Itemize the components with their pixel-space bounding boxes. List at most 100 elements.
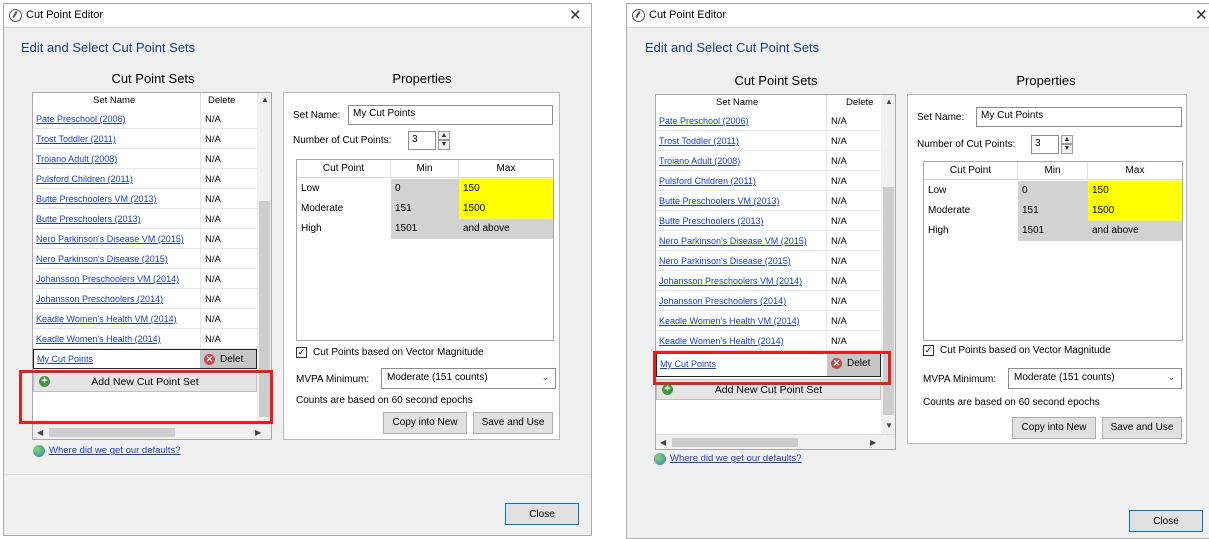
set-name-link[interactable]: Nero Parkinson's Disease VM (2015) <box>659 236 807 246</box>
column-header-set-name[interactable]: Set Name <box>716 97 758 108</box>
column-header-delete[interactable]: Delete <box>208 95 235 106</box>
close-button[interactable]: Close <box>1129 510 1203 532</box>
list-item[interactable]: Nero Parkinson's Disease VM (2015) N/A <box>656 231 881 251</box>
grid-header-cut-point[interactable]: Cut Point <box>924 162 1018 180</box>
column-header-set-name[interactable]: Set Name <box>93 95 135 106</box>
copy-into-new-button[interactable]: Copy into New <box>383 412 467 434</box>
grid-header-cut-point[interactable]: Cut Point <box>297 160 391 178</box>
grid-header-min[interactable]: Min <box>1018 162 1088 180</box>
set-name-link[interactable]: Johansson Preschoolers VM (2014) <box>36 274 179 284</box>
list-item[interactable]: Johansson Preschoolers VM (2014) N/A <box>656 271 881 291</box>
set-name-link[interactable]: Keadle Women's Health (2014) <box>659 336 784 346</box>
set-name-input[interactable]: My Cut Points <box>348 105 553 125</box>
save-and-use-button[interactable]: Save and Use <box>473 412 553 434</box>
set-name-link[interactable]: Keadle Women's Health VM (2014) <box>659 316 800 326</box>
list-item[interactable]: Troiano Adult (2008) N/A <box>33 149 257 169</box>
list-item[interactable]: Nero Parkinson's Disease (2015) N/A <box>656 251 881 271</box>
copy-into-new-button[interactable]: Copy into New <box>1012 417 1096 439</box>
list-item[interactable]: Johansson Preschoolers VM (2014) N/A <box>33 269 257 289</box>
grid-cell-max[interactable]: 150 <box>1088 181 1182 201</box>
number-of-cut-points-input[interactable]: 3 <box>1031 135 1059 154</box>
spin-down-icon[interactable]: ▼ <box>438 140 450 150</box>
list-item[interactable]: Trost Toddler (2011) N/A <box>656 131 881 151</box>
grid-header-min[interactable]: Min <box>391 160 459 178</box>
vector-magnitude-checkbox[interactable]: ✓ <box>296 347 307 358</box>
list-item[interactable]: Keadle Women's Health VM (2014) N/A <box>656 311 881 331</box>
list-item[interactable]: Keadle Women's Health (2014) N/A <box>33 329 257 349</box>
window-close-icon[interactable]: ✕ <box>569 6 582 24</box>
scroll-down-arrow-icon[interactable]: ▼ <box>885 421 893 430</box>
horizontal-scroll-thumb[interactable] <box>49 428 175 437</box>
scroll-right-arrow-icon[interactable]: ▶ <box>870 438 876 447</box>
defaults-info-link[interactable]: Where did we get our defaults? <box>670 453 802 464</box>
set-name-link[interactable]: Nero Parkinson's Disease (2015) <box>36 254 168 264</box>
column-header-delete[interactable]: Delete <box>846 97 873 108</box>
set-name-link[interactable]: Trost Toddler (2011) <box>659 136 739 146</box>
spin-up-icon[interactable]: ▲ <box>438 131 450 140</box>
scroll-up-arrow-icon[interactable]: ▲ <box>261 95 269 104</box>
spin-down-icon[interactable]: ▼ <box>1061 144 1073 154</box>
list-item[interactable]: Pate Preschool (2006) N/A <box>656 111 881 131</box>
list-item[interactable]: Johansson Preschoolers (2014) N/A <box>656 291 881 311</box>
delete-button[interactable]: ✕ Delet <box>200 350 256 368</box>
scroll-up-arrow-icon[interactable]: ▲ <box>885 97 893 106</box>
list-item[interactable]: Keadle Women's Health (2014) N/A <box>656 331 881 351</box>
set-name-link[interactable]: Butte Preschoolers (2013) <box>659 216 764 226</box>
grid-header-max[interactable]: Max <box>1088 162 1182 180</box>
list-item[interactable]: Nero Parkinson's Disease VM (2015) N/A <box>33 229 257 249</box>
set-name-link[interactable]: Butte Preschoolers (2013) <box>36 214 141 224</box>
scroll-left-arrow-icon[interactable]: ◀ <box>37 428 43 437</box>
list-item[interactable]: Johansson Preschoolers (2014) N/A <box>33 289 257 309</box>
set-name-link[interactable]: Johansson Preschoolers (2014) <box>36 294 163 304</box>
window-close-icon[interactable]: ✕ <box>1195 6 1208 24</box>
set-name-link[interactable]: Troiano Adult (2008) <box>659 156 740 166</box>
list-item[interactable]: Keadle Women's Health VM (2014) N/A <box>33 309 257 329</box>
set-name-link[interactable]: Keadle Women's Health VM (2014) <box>36 314 177 324</box>
set-name-link[interactable]: Nero Parkinson's Disease VM (2015) <box>36 234 184 244</box>
set-name-link[interactable]: Johansson Preschoolers (2014) <box>659 296 786 306</box>
horizontal-scrollbar[interactable]: ◀ ▶ <box>656 434 895 449</box>
list-item-selected[interactable]: My Cut Points ✕ Delet <box>33 349 257 369</box>
horizontal-scroll-thumb[interactable] <box>672 438 798 447</box>
list-item[interactable]: Pulsford Children (2011) N/A <box>656 171 881 191</box>
set-name-link[interactable]: Trost Toddler (2011) <box>36 134 116 144</box>
vector-magnitude-checkbox[interactable]: ✓ <box>923 345 934 356</box>
set-name-link[interactable]: Pate Preschool (2006) <box>36 114 126 124</box>
list-item[interactable]: Pate Preschool (2006) N/A <box>33 109 257 129</box>
set-name-link[interactable]: Keadle Women's Health (2014) <box>36 334 161 344</box>
set-name-link[interactable]: Johansson Preschoolers VM (2014) <box>659 276 802 286</box>
list-item[interactable]: Butte Preschoolers (2013) N/A <box>33 209 257 229</box>
grid-cell-max[interactable]: 1500 <box>1088 201 1182 221</box>
grid-cell-max[interactable]: 150 <box>459 179 553 199</box>
set-name-link[interactable]: Butte Preschoolers VM (2013) <box>36 194 157 204</box>
list-item[interactable]: Trost Toddler (2011) N/A <box>33 129 257 149</box>
set-name-link[interactable]: Nero Parkinson's Disease (2015) <box>659 256 791 266</box>
number-of-cut-points-input[interactable]: 3 <box>408 131 436 150</box>
set-name-link[interactable]: Troiano Adult (2008) <box>36 154 117 164</box>
set-name-link[interactable]: My Cut Points <box>37 354 93 364</box>
set-name-link[interactable]: Butte Preschoolers VM (2013) <box>659 196 780 206</box>
set-name-link[interactable]: Pulsford Children (2011) <box>36 174 133 184</box>
grid-header-max[interactable]: Max <box>459 160 553 178</box>
spin-up-icon[interactable]: ▲ <box>1061 135 1073 144</box>
list-item[interactable]: Butte Preschoolers VM (2013) N/A <box>33 189 257 209</box>
mvpa-minimum-select[interactable]: Moderate (151 counts) ⌄ <box>381 368 556 389</box>
scroll-left-arrow-icon[interactable]: ◀ <box>660 438 666 447</box>
grid-cell-max[interactable]: 1500 <box>459 199 553 219</box>
list-item[interactable]: Troiano Adult (2008) N/A <box>656 151 881 171</box>
set-name-link[interactable]: Pulsford Children (2011) <box>659 176 756 186</box>
close-button[interactable]: Close <box>505 503 579 525</box>
list-item[interactable]: Nero Parkinson's Disease (2015) N/A <box>33 249 257 269</box>
save-and-use-button[interactable]: Save and Use <box>1102 417 1182 439</box>
list-item[interactable]: Butte Preschoolers VM (2013) N/A <box>656 191 881 211</box>
defaults-info-link[interactable]: Where did we get our defaults? <box>49 445 181 456</box>
column-divider <box>826 151 827 171</box>
scroll-right-arrow-icon[interactable]: ▶ <box>255 428 261 437</box>
list-item[interactable]: Pulsford Children (2011) N/A <box>33 169 257 189</box>
mvpa-minimum-select[interactable]: Moderate (151 counts) ⌄ <box>1008 368 1182 389</box>
cut-point-sets-list[interactable]: Set Name Delete Pate Preschool (2006) N/A… <box>655 94 896 450</box>
list-item[interactable]: Butte Preschoolers (2013) N/A <box>656 211 881 231</box>
set-name-link[interactable]: Pate Preschool (2006) <box>659 116 749 126</box>
horizontal-scrollbar[interactable]: ◀ ▶ <box>33 424 271 439</box>
set-name-input[interactable]: My Cut Points <box>976 107 1182 127</box>
